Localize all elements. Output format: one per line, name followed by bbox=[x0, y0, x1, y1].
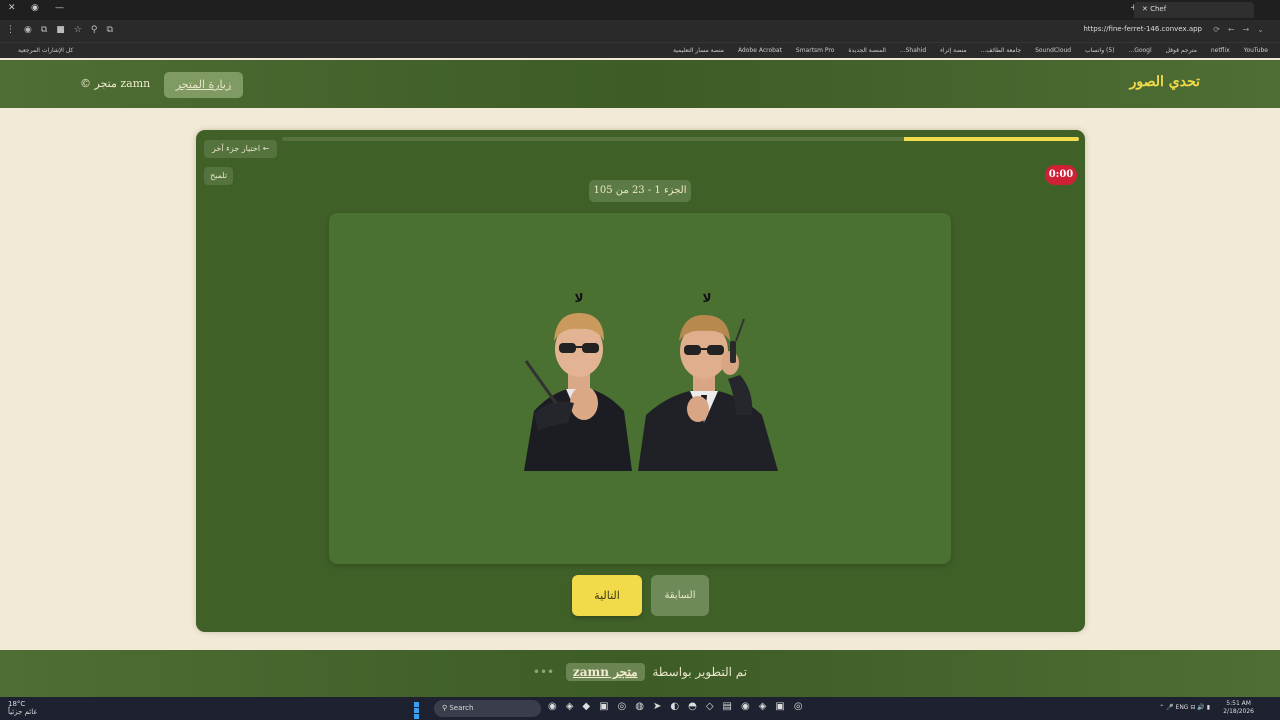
close-window-icon[interactable]: ✕ bbox=[8, 3, 16, 13]
agent-photo-right bbox=[638, 315, 778, 471]
bookmark-item[interactable]: Googl... bbox=[1128, 43, 1151, 58]
clock-time: 5:51 AM bbox=[1226, 700, 1251, 707]
footer-dots: ••• bbox=[532, 665, 555, 679]
next-button[interactable]: التالية bbox=[572, 575, 642, 616]
window-menu-icon[interactable]: ◉ bbox=[31, 3, 39, 13]
quiz-card: ← اختيار جزء آخر تلميح 0:00 الجزء 1 - 23… bbox=[196, 130, 1085, 632]
browser-tab[interactable]: ✕ Chef bbox=[1134, 2, 1254, 18]
bookmark-item[interactable]: Smartsm Pro bbox=[796, 43, 835, 58]
figure-label: لا bbox=[702, 291, 712, 305]
developed-by-text: تم التطوير بواسطة bbox=[652, 665, 748, 679]
store-link[interactable]: متجر zamn bbox=[565, 663, 645, 681]
bookmark-item[interactable]: Adobe Acrobat bbox=[738, 43, 782, 58]
footer-credit: تم التطوير بواسطة متجر zamn ••• bbox=[0, 663, 1280, 681]
language-indicator: ENG bbox=[1175, 704, 1189, 711]
bookmark-item[interactable]: منصة إثراء bbox=[940, 43, 967, 58]
minimize-icon[interactable]: — bbox=[55, 3, 64, 13]
address-bar: ⋮◉⧉■☆⚲⧉ https://fine-ferret-146.convex.a… bbox=[0, 20, 1280, 42]
visit-store-button[interactable]: زيارة المتجر bbox=[164, 72, 243, 98]
start-windows-icon[interactable] bbox=[414, 702, 425, 719]
bookmark-item[interactable]: منصة مسار التعليمية bbox=[673, 43, 724, 58]
bookmarks-bar: YouTube netflix مترجم قوقل Googl... (5) … bbox=[0, 42, 1280, 58]
clock-date: 2/18/2026 bbox=[1223, 708, 1254, 715]
progress-fill bbox=[903, 137, 1079, 141]
bookmark-item[interactable]: المنصة الجديدة bbox=[848, 43, 886, 58]
weather-temp: 18°C bbox=[8, 700, 26, 708]
tab-close-icon[interactable]: ✕ bbox=[1142, 5, 1148, 13]
app-footer: تم التطوير بواسطة متجر zamn ••• bbox=[0, 650, 1280, 697]
previous-button[interactable]: السابقة bbox=[651, 575, 709, 616]
taskbar-search[interactable]: ⚲ Search bbox=[434, 700, 541, 717]
browser-titlebar: ✕ ◉ — + ✕ Chef bbox=[0, 0, 1280, 20]
system-tray[interactable]: ⌃ 🎤 ENG ⊟ 🔊 ▮ bbox=[1159, 704, 1210, 711]
figure-right[interactable]: لا bbox=[632, 291, 782, 471]
timer-badge: 0:00 bbox=[1045, 165, 1077, 185]
taskbar-apps[interactable]: ◉◈◆▣◎◍➤◐◓◇▤◉◈▣◎ bbox=[548, 701, 812, 712]
tab-title: Chef bbox=[1150, 5, 1167, 13]
nav-arrows-icon[interactable]: ⟳←→⌄ bbox=[1213, 25, 1272, 34]
bookmark-item[interactable]: جامعة الطائف... bbox=[981, 43, 1022, 58]
progress-bar bbox=[282, 137, 1079, 141]
url-field[interactable]: https://fine-ferret-146.convex.app bbox=[1083, 25, 1202, 33]
toolbar-icons[interactable]: ⋮◉⧉■☆⚲⧉ bbox=[6, 25, 122, 35]
copyright-text: © متجر zamn bbox=[80, 77, 151, 90]
app-header: تحدي الصور زيارة المتجر © متجر zamn bbox=[0, 60, 1280, 108]
brand-title: تحدي الصور bbox=[1129, 74, 1200, 90]
bookmark-item[interactable]: (5) واتساب bbox=[1085, 43, 1114, 58]
bookmark-item[interactable]: مترجم قوقل bbox=[1166, 43, 1197, 58]
taskbar-clock[interactable]: 5:51 AM 2/18/2026 bbox=[1223, 700, 1254, 716]
bookmark-item[interactable]: SoundCloud bbox=[1035, 43, 1071, 58]
weather-widget[interactable]: 18°C غائم جزئياً bbox=[8, 700, 37, 716]
hint-button[interactable]: تلميح bbox=[204, 167, 234, 185]
change-part-button[interactable]: ← اختيار جزء آخر bbox=[204, 140, 278, 158]
taskbar: 18°C غائم جزئياً ⚲ Search ◉◈◆▣◎◍➤◐◓◇▤◉◈▣… bbox=[0, 697, 1280, 720]
image-area: لا لا bbox=[329, 213, 951, 564]
bookmark-item[interactable]: netflix bbox=[1211, 43, 1230, 58]
weather-desc: غائم جزئياً bbox=[8, 708, 38, 716]
part-indicator: الجزء 1 - 23 من 105 bbox=[589, 180, 691, 202]
search-label: Search bbox=[449, 704, 474, 712]
bookmark-item[interactable]: YouTube bbox=[1244, 43, 1268, 58]
bookmark-item[interactable]: Shahid... bbox=[900, 43, 926, 58]
all-bookmarks[interactable]: كل الإشارات المرجعية bbox=[18, 43, 73, 58]
